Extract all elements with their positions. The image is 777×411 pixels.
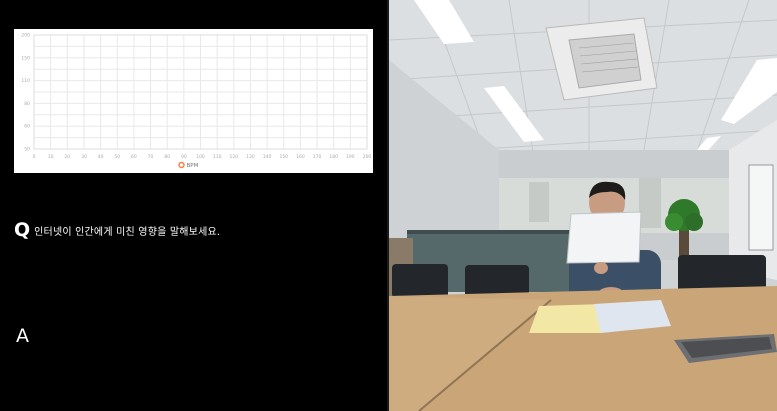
question-marker: Q: [14, 219, 31, 241]
x-tick-label: 110: [213, 154, 222, 160]
bpm-chart: 0 10 20 30 40 50 60 70 80 90 100 110 120 130 140 150 160…: [14, 29, 373, 173]
office-scene-image: [389, 0, 777, 411]
webcam-feed: [389, 0, 777, 411]
x-tick-label: 90: [181, 154, 187, 160]
x-tick-label: 0: [33, 154, 36, 160]
x-tick-label: 160: [296, 154, 305, 160]
x-tick-label: 150: [279, 154, 288, 160]
y-tick-label: 200: [21, 33, 30, 39]
left-panel: 0 10 20 30 40 50 60 70 80 90 100 110 120 130 140 150 160…: [0, 0, 387, 411]
y-tick-label: 80: [24, 101, 30, 107]
y-tick-label: 50: [24, 147, 30, 153]
x-tick-label: 190: [346, 154, 355, 160]
y-tick-label: 150: [21, 55, 30, 61]
y-tick-label: 110: [21, 78, 30, 84]
x-tick-label: 120: [230, 154, 239, 160]
question-row: Q 인터넷이 인간에게 미친 영향을 말해보세요.: [14, 219, 220, 241]
x-tick-label: 50: [114, 154, 120, 160]
x-tick-label: 140: [263, 154, 272, 160]
chart-svg: 0 10 20 30 40 50 60 70 80 90 100 110 120 130 140 150 160…: [21, 33, 372, 170]
x-tick-label: 60: [131, 154, 137, 160]
x-tick-label: 200: [363, 154, 372, 160]
answer-marker: A: [16, 325, 29, 347]
x-tick-label: 70: [148, 154, 154, 160]
x-tick-label: 80: [164, 154, 170, 160]
x-tick-label: 40: [98, 154, 104, 160]
question-text: 인터넷이 인간에게 미친 영향을 말해보세요.: [34, 226, 221, 238]
legend-label: BPM: [187, 163, 199, 169]
x-tick-label: 20: [64, 154, 70, 160]
legend-marker: [178, 161, 185, 169]
y-tick-label: 60: [24, 124, 30, 130]
x-tick-label: 30: [81, 154, 87, 160]
x-tick-label: 170: [313, 154, 322, 160]
x-tick-label: 10: [48, 154, 54, 160]
x-tick-label: 130: [246, 154, 255, 160]
x-tick-label: 180: [329, 154, 338, 160]
x-tick-label: 100: [196, 154, 205, 160]
